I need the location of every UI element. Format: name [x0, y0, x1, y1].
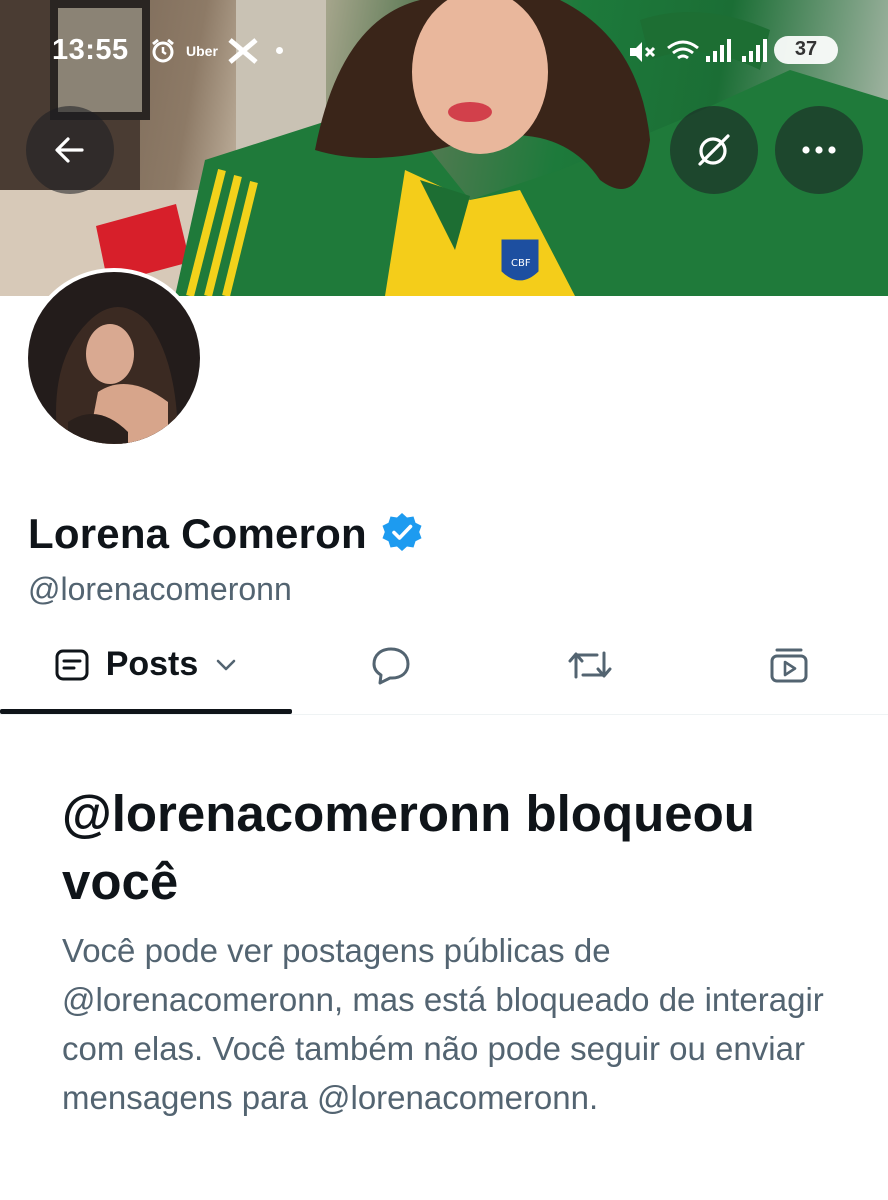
repost-icon: [568, 651, 612, 678]
active-tab-indicator: [0, 709, 292, 714]
chevron-down-icon[interactable]: [214, 657, 238, 673]
svg-text:CBF: CBF: [511, 258, 531, 269]
more-horizontal-icon: [802, 146, 836, 154]
arrow-left-icon: [55, 137, 84, 163]
tab-replies[interactable]: [292, 616, 490, 713]
status-time: 13:55: [52, 34, 129, 66]
blocked-notice-message: Você pode ver postagens públicas de @lor…: [62, 932, 824, 1116]
profile-avatar[interactable]: [24, 268, 204, 448]
profile-tabs: Posts: [0, 616, 888, 715]
battery-level: 37: [794, 38, 818, 60]
x-app-icon: [226, 38, 260, 69]
wifi-icon: [666, 40, 700, 69]
grok-icon: [698, 134, 730, 166]
back-button[interactable]: [26, 106, 114, 194]
replies-icon: [372, 647, 410, 684]
avatar-photo: [28, 272, 200, 444]
profile-handle: @lorenacomeronn: [28, 571, 292, 607]
signal-icon: [704, 38, 732, 69]
tab-posts[interactable]: Posts: [0, 616, 292, 713]
blocked-notice-title: @lorenacomeronn bloqueou você: [62, 785, 755, 910]
alarm-icon: [150, 38, 176, 69]
battery-icon: 37: [774, 36, 838, 64]
tab-reposts[interactable]: [490, 616, 690, 713]
status-bar: 13:55 Uber 37: [0, 24, 888, 80]
verified-badge-icon[interactable]: [381, 511, 423, 558]
media-icon: [770, 648, 808, 682]
grok-button[interactable]: [670, 106, 758, 194]
profile-name-row: Lorena Comeron: [28, 506, 423, 562]
signal-2-icon: [740, 38, 768, 69]
notification-dot-icon: [276, 47, 283, 54]
posts-icon: [55, 649, 89, 680]
more-options-button[interactable]: [775, 106, 863, 194]
tab-posts-label: Posts: [105, 645, 199, 683]
profile-banner[interactable]: CBF 13:55 Uber 37: [0, 0, 888, 296]
notification-app-name: Uber: [186, 43, 218, 59]
tab-media[interactable]: [690, 616, 888, 713]
profile-display-name: Lorena Comeron: [28, 510, 367, 557]
mute-icon: [628, 40, 656, 69]
